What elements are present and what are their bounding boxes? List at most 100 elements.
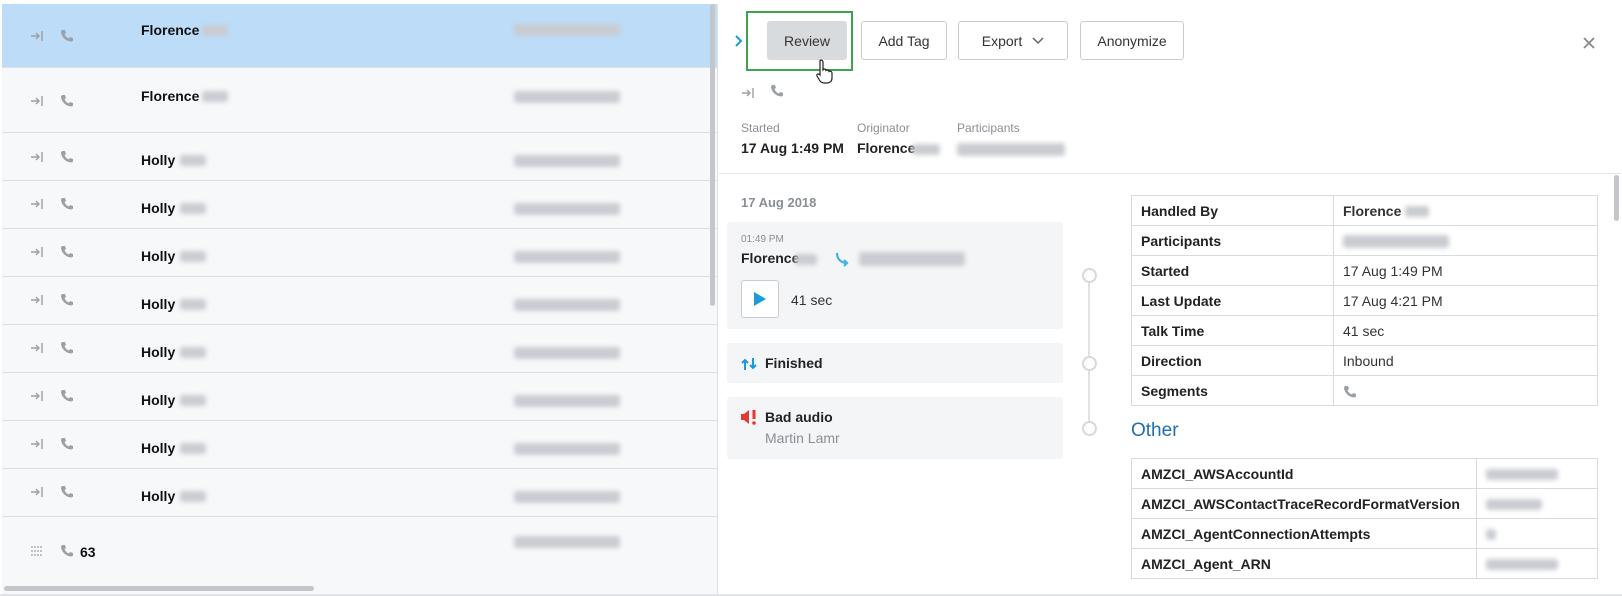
other-value — [1476, 548, 1598, 579]
other-table: AMZCI_AWSAccountId AMZCI_AWSContactTrace… — [1131, 458, 1598, 579]
list-item[interactable]: Holly — [2, 229, 717, 277]
timeline-dot — [1082, 268, 1097, 283]
export-label: Export — [981, 32, 1023, 49]
redacted-surname — [795, 254, 817, 265]
chevron-right-icon[interactable] — [733, 34, 745, 48]
segment-count: 63 — [80, 544, 96, 560]
inbound-arrow-icon — [31, 487, 43, 497]
contact-name: Holly — [141, 248, 176, 264]
list-item[interactable]: Holly — [2, 421, 717, 469]
details-table: Handled By Florence Participants Started 1… — [1131, 195, 1598, 406]
redacted-surname — [180, 395, 206, 406]
redacted-surname — [180, 203, 206, 214]
phone-icon — [61, 30, 73, 42]
detail-key: Direction — [1131, 345, 1334, 376]
close-icon[interactable] — [1582, 36, 1596, 50]
redacted-number — [514, 347, 620, 359]
issue-author: Martin Lamr — [765, 430, 840, 446]
redacted-number — [514, 299, 620, 311]
table-row: Participants — [1131, 225, 1598, 256]
list-item[interactable]: Holly — [2, 133, 717, 181]
list-vertical-scrollbar[interactable] — [710, 4, 715, 306]
other-key: AMZCI_AgentConnectionAttempts — [1131, 518, 1477, 549]
phone-icon — [61, 390, 73, 402]
list-item[interactable]: Holly — [2, 469, 717, 517]
list-summary-row[interactable]: 63 — [2, 517, 717, 594]
detail-value: Inbound — [1333, 345, 1598, 376]
conversation-list: Florence Florence Holly Holly Holly Holl… — [2, 4, 718, 594]
timeline-line — [1088, 278, 1090, 428]
redacted-participants — [957, 143, 1065, 156]
detail-value — [1333, 225, 1598, 256]
redacted-number — [514, 24, 620, 36]
redacted-surname — [180, 299, 206, 310]
timeline-date: 17 Aug 2018 — [741, 195, 817, 210]
list-item[interactable]: Holly — [2, 181, 717, 229]
phone-icon — [61, 198, 73, 210]
header-divider — [719, 173, 1620, 174]
other-value — [1476, 488, 1598, 519]
phone-icon — [771, 85, 783, 97]
table-row: Last Update 17 Aug 4:21 PM — [1131, 285, 1598, 316]
other-key: AMZCI_Agent_ARN — [1131, 548, 1477, 579]
redacted-number — [514, 395, 620, 407]
finished-label: Finished — [765, 355, 823, 371]
redacted-surname — [180, 155, 206, 166]
call-time: 01:49 PM — [741, 234, 784, 245]
contact-name: Holly — [141, 440, 176, 456]
anonymize-button[interactable]: Anonymize — [1080, 21, 1184, 60]
contact-name: Holly — [141, 296, 176, 312]
table-row: AMZCI_AgentConnectionAttempts — [1131, 518, 1598, 549]
call-duration: 41 sec — [791, 292, 833, 308]
phone-icon — [61, 438, 73, 450]
inbound-arrow-icon — [31, 247, 43, 257]
inbound-arrow-icon — [31, 152, 43, 162]
detail-value: 17 Aug 1:49 PM — [1333, 255, 1598, 286]
alert-icon — [741, 410, 756, 425]
participants-label: Participants — [957, 121, 1020, 135]
play-icon — [754, 292, 766, 306]
redacted-surname — [912, 144, 940, 155]
redacted-number — [514, 443, 620, 455]
finished-icon — [741, 358, 757, 370]
redacted-surname — [202, 25, 228, 36]
contact-name: Florence — [141, 88, 200, 104]
table-row: Handled By Florence — [1131, 195, 1598, 226]
list-item[interactable]: Florence — [2, 68, 717, 133]
phone-icon — [61, 95, 73, 107]
other-section-title: Other — [1131, 420, 1179, 441]
list-item[interactable]: Florence — [2, 4, 717, 68]
redacted-surname — [180, 347, 206, 358]
list-item[interactable]: Holly — [2, 325, 717, 373]
contact-name: Florence — [141, 22, 200, 38]
detail-key: Started — [1131, 255, 1334, 286]
list-item[interactable]: Holly — [2, 277, 717, 325]
list-icon — [31, 546, 43, 556]
detail-key: Talk Time — [1131, 315, 1334, 346]
detail-key: Participants — [1131, 225, 1334, 256]
phone-icon — [61, 486, 73, 498]
detail-key: Last Update — [1131, 285, 1334, 316]
export-dropdown[interactable]: Export — [958, 21, 1068, 60]
other-value — [1476, 458, 1598, 489]
inbound-arrow-icon — [31, 295, 43, 305]
list-horizontal-scrollbar[interactable] — [4, 586, 314, 591]
detail-value: 17 Aug 4:21 PM — [1333, 285, 1598, 316]
inbound-arrow-icon — [742, 88, 754, 98]
originator-label: Originator — [857, 121, 910, 135]
transfer-icon — [835, 252, 849, 267]
inbound-arrow-icon — [31, 391, 43, 401]
redacted-number — [859, 252, 965, 266]
issue-card[interactable]: Bad audio Martin Lamr — [727, 397, 1063, 459]
inbound-arrow-icon — [31, 343, 43, 353]
phone-icon — [61, 545, 73, 557]
add-tag-button[interactable]: Add Tag — [861, 21, 947, 60]
detail-vertical-scrollbar[interactable] — [1614, 175, 1619, 221]
finished-card: Finished — [727, 343, 1063, 383]
list-item[interactable]: Holly — [2, 373, 717, 421]
detail-value: Florence — [1333, 195, 1598, 226]
call-card[interactable]: 01:49 PM Florence 41 sec — [727, 222, 1063, 329]
contact-name: Holly — [141, 392, 176, 408]
phone-icon — [61, 342, 73, 354]
play-button[interactable] — [741, 280, 779, 318]
